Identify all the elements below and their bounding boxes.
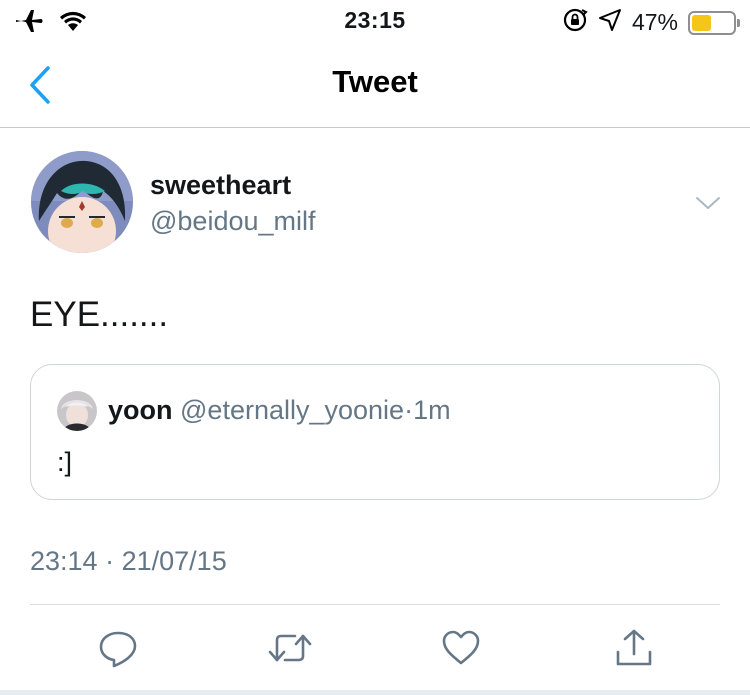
- quote-header: yoon @eternally_yoonie·1m: [108, 395, 451, 426]
- battery-fill: [692, 14, 711, 31]
- status-bar: 23:15 47%: [0, 0, 750, 42]
- user-handle[interactable]: @beidou_milf: [150, 206, 316, 237]
- share-icon: [616, 629, 652, 666]
- quote-handle: @eternally_yoonie: [180, 395, 405, 425]
- status-right: 47%: [562, 7, 740, 38]
- tweet-menu-button[interactable]: [694, 193, 722, 213]
- reply-icon: [99, 631, 137, 668]
- quote-text: :]: [57, 447, 73, 477]
- tweet-timestamp: 23:14 · 21/07/15: [30, 546, 227, 577]
- heart-icon: [442, 630, 480, 665]
- reply-button[interactable]: [96, 626, 140, 670]
- page-title: Tweet: [332, 64, 418, 99]
- quote-time: 1m: [413, 395, 451, 425]
- battery-percent: 47%: [631, 9, 678, 35]
- quote-avatar: [57, 391, 97, 431]
- location-icon: [598, 8, 622, 37]
- bottom-edge: [0, 690, 750, 695]
- quote-separator: ·: [404, 395, 414, 425]
- quoted-tweet[interactable]: yoon @eternally_yoonie·1m :]: [30, 364, 720, 500]
- orientation-lock-icon: [562, 7, 588, 38]
- tweet-text: EYE.......: [30, 295, 169, 334]
- tweet-date: 21/07/15: [121, 546, 227, 576]
- like-button[interactable]: [439, 626, 483, 670]
- chevron-down-icon: [696, 197, 720, 209]
- share-button[interactable]: [612, 626, 656, 670]
- avatar[interactable]: [31, 151, 133, 253]
- display-name[interactable]: sweetheart: [150, 170, 291, 201]
- retweet-button[interactable]: [268, 626, 312, 670]
- divider: [30, 604, 720, 605]
- nav-bar: Tweet: [0, 42, 750, 128]
- retweet-icon: [268, 634, 312, 662]
- timestamp-separator: ·: [105, 546, 115, 576]
- tweet-time: 23:14: [30, 546, 98, 576]
- action-bar: [0, 626, 750, 674]
- battery-icon: [688, 10, 740, 35]
- quote-display-name: yoon: [108, 395, 173, 425]
